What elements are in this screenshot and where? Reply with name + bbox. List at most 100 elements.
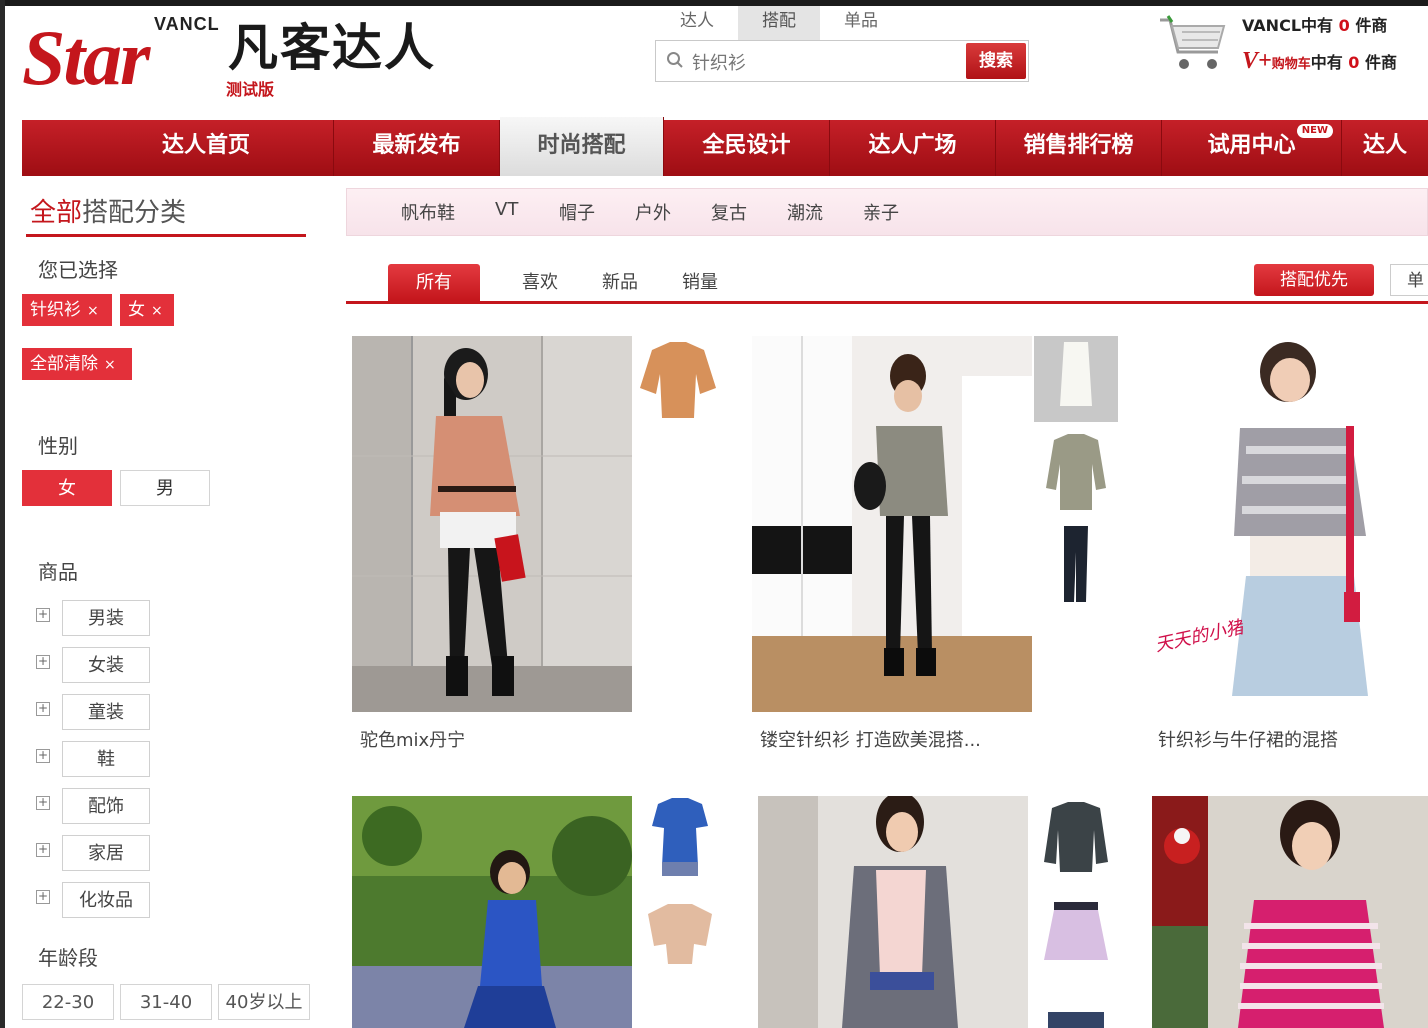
filter-tag-label: 女 (128, 300, 145, 320)
outfit-photo[interactable] (352, 796, 632, 1028)
nav-item-trial-center[interactable]: 试用中心 NEW (1162, 120, 1342, 176)
item-thumbnail[interactable] (1034, 430, 1118, 516)
gender-label: 性别 (38, 434, 78, 458)
expand-plus-icon[interactable]: + (36, 655, 50, 669)
category-button-shoes[interactable]: 鞋 (62, 741, 150, 777)
item-thumbnail[interactable] (1034, 522, 1118, 608)
clear-all-label: 全部清除 (30, 354, 98, 374)
nav-item-plaza[interactable]: 达人广场 (830, 120, 996, 176)
cart-text: 中有 (1310, 53, 1343, 72)
close-icon[interactable]: × (151, 303, 163, 319)
search-input[interactable] (690, 45, 964, 79)
subnav-retro[interactable]: 复古 (711, 199, 747, 225)
style-subnav: 帆布鞋 VT 帽子 户外 复古 潮流 亲子 (346, 188, 1428, 236)
age-option-40-plus[interactable]: 40岁以上 (218, 984, 310, 1020)
category-title: 全部搭配分类 (30, 192, 186, 229)
nav-item-design[interactable]: 全民设计 (664, 120, 830, 176)
outfit-photo[interactable] (1152, 796, 1428, 1028)
nav-item-fashion-match[interactable]: 时尚搭配 (500, 117, 664, 176)
logo-star-text: Star (22, 14, 150, 101)
nav-item-daren[interactable]: 达人 (1342, 120, 1428, 176)
close-icon[interactable]: × (87, 303, 99, 319)
cart-brand-vancl: VANCL (1242, 16, 1302, 35)
category-title-all: 全部 (30, 198, 83, 228)
item-thumbnail[interactable] (1034, 796, 1118, 882)
nav-item-latest[interactable]: 最新发布 (334, 120, 500, 176)
cart-suffix: 件商 (1365, 53, 1398, 72)
sort-tab-sales[interactable]: 销量 (664, 264, 736, 301)
item-thumbnail[interactable] (1034, 896, 1118, 972)
clear-all-filters-button[interactable]: 全部清除 × (22, 348, 132, 380)
expand-plus-icon[interactable]: + (36, 843, 50, 857)
shopping-cart-icon[interactable] (1158, 14, 1228, 74)
category-row-shoes: + 鞋 (36, 741, 236, 777)
single-item-priority-button[interactable]: 单 (1390, 264, 1428, 296)
outfit-photo[interactable] (352, 336, 632, 712)
subnav-canvas-shoes[interactable]: 帆布鞋 (401, 199, 455, 225)
close-icon: × (104, 357, 116, 373)
age-label: 年龄段 (38, 946, 98, 970)
subnav-vt[interactable]: VT (495, 199, 518, 220)
item-thumbnail[interactable] (642, 900, 718, 970)
search-button[interactable]: 搜索 (966, 43, 1026, 79)
item-thumbnail[interactable] (642, 796, 718, 884)
expand-plus-icon[interactable]: + (36, 749, 50, 763)
search-tab-dapei[interactable]: 搭配 (738, 6, 820, 40)
nav-trial-label: 试用中心 (1207, 133, 1296, 158)
subnav-hats[interactable]: 帽子 (559, 199, 595, 225)
sort-tab-new[interactable]: 新品 (584, 264, 656, 301)
category-button-womenswear[interactable]: 女装 (62, 647, 150, 683)
cart-text: 中有 (1301, 16, 1334, 35)
category-row-accessories: + 配饰 (36, 788, 236, 824)
filter-tag-female[interactable]: 女 × (120, 294, 174, 326)
sort-tab-all[interactable]: 所有 (388, 264, 480, 301)
category-button-cosmetics[interactable]: 化妆品 (62, 882, 150, 918)
expand-plus-icon[interactable]: + (36, 890, 50, 904)
gender-option-female[interactable]: 女 (22, 470, 112, 506)
item-thumbnail[interactable] (1034, 336, 1118, 422)
cart-suffix: 件商 (1355, 16, 1388, 35)
item-thumbnail[interactable] (638, 336, 718, 426)
category-button-accessories[interactable]: 配饰 (62, 788, 150, 824)
subnav-parent-child[interactable]: 亲子 (863, 199, 899, 225)
category-button-kids[interactable]: 童装 (62, 694, 150, 730)
outfit-photo[interactable] (1150, 336, 1428, 712)
age-option-22-30[interactable]: 22-30 (22, 984, 114, 1020)
vplus-cart-summary[interactable]: V+购物车中有 0 件商 (1242, 48, 1397, 75)
sort-tab-likes[interactable]: 喜欢 (504, 264, 576, 301)
outfit-caption[interactable]: 镂空针织衫 打造欧美混搭... (760, 726, 981, 752)
outfit-priority-button[interactable]: 搭配优先 (1254, 264, 1374, 296)
logo-chinese-name: 凡客达人 (228, 19, 436, 77)
search-box: 搜索 (655, 40, 1029, 82)
category-button-home[interactable]: 家居 (62, 835, 150, 871)
category-row-womenswear: + 女装 (36, 647, 236, 683)
nav-item-home[interactable]: 达人首页 (22, 120, 334, 176)
subnav-outdoor[interactable]: 户外 (635, 199, 671, 225)
goods-label: 商品 (38, 560, 78, 584)
vancl-cart-summary[interactable]: VANCL中有 0 件商 (1242, 12, 1387, 36)
outfit-photo[interactable] (752, 336, 1032, 712)
nav-item-ranking[interactable]: 销售排行榜 (996, 120, 1162, 176)
category-button-menswear[interactable]: 男装 (62, 600, 150, 636)
cart-label: 购物车 (1271, 57, 1311, 72)
search-tab-daren[interactable]: 达人 (656, 6, 738, 40)
selected-filters-label: 您已选择 (38, 258, 118, 282)
outfit-photo[interactable] (758, 796, 1028, 1028)
category-row-kids: + 童装 (36, 694, 236, 730)
outfit-caption[interactable]: 针织衫与牛仔裙的混搭 (1158, 726, 1338, 752)
filter-tag-cardigan[interactable]: 针织衫 × (22, 294, 112, 326)
search-tab-danpin[interactable]: 单品 (820, 6, 902, 40)
expand-plus-icon[interactable]: + (36, 796, 50, 810)
item-thumbnail[interactable] (1034, 1008, 1118, 1028)
age-option-31-40[interactable]: 31-40 (120, 984, 212, 1020)
category-title-rest: 搭配分类 (82, 198, 187, 228)
category-row-cosmetics: + 化妆品 (36, 882, 236, 918)
gender-option-male[interactable]: 男 (120, 470, 210, 506)
logo-beta-label: 测试版 (226, 80, 275, 99)
expand-plus-icon[interactable]: + (36, 608, 50, 622)
expand-plus-icon[interactable]: + (36, 702, 50, 716)
outfit-caption[interactable]: 驼色mix丹宁 (360, 726, 465, 752)
subnav-trendy[interactable]: 潮流 (787, 199, 823, 225)
site-logo[interactable]: VANCL Star 凡客达人 测试版 (22, 10, 452, 102)
vancl-cart-count: 0 (1338, 16, 1350, 35)
